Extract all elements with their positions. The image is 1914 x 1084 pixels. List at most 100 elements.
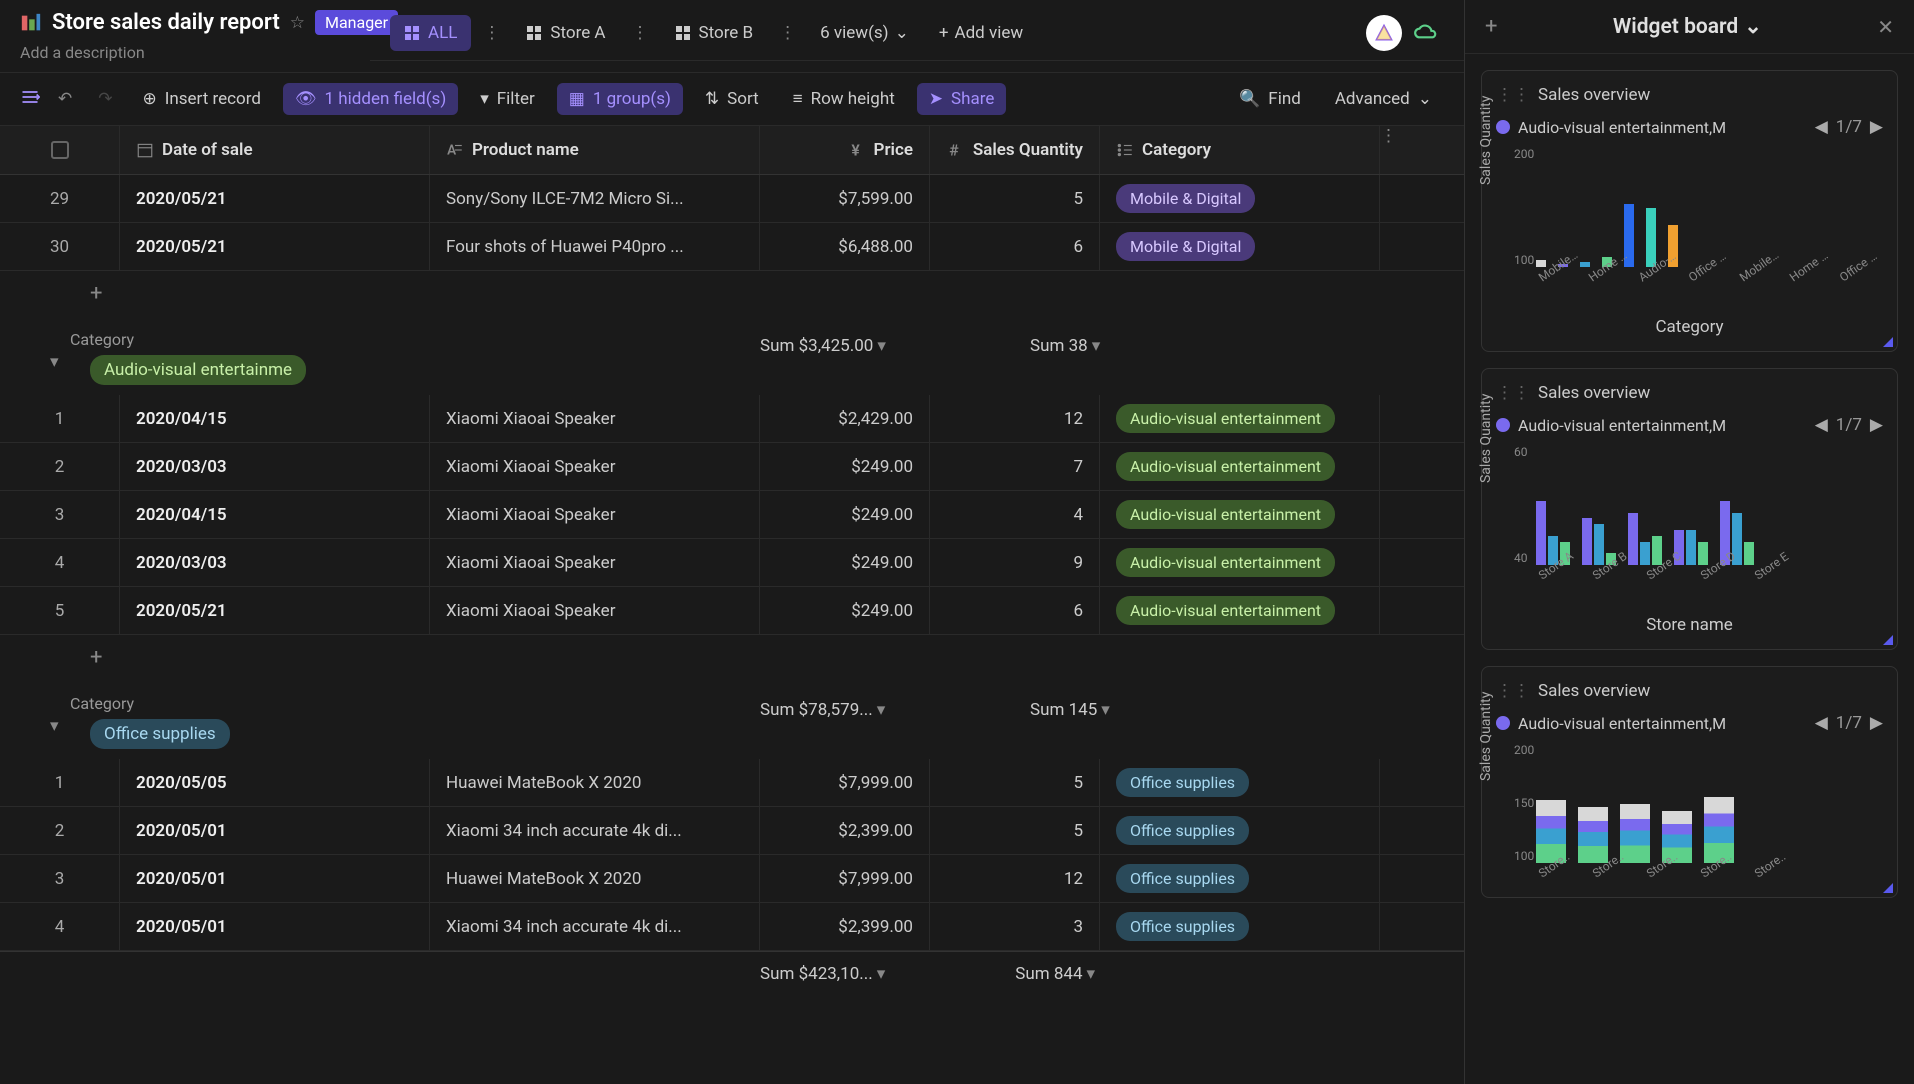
drag-handle-icon[interactable]: ⋮⋮: [1496, 681, 1530, 701]
cell-qty[interactable]: 12: [930, 395, 1100, 442]
column-category[interactable]: Category: [1100, 126, 1380, 174]
cell-price[interactable]: $249.00: [760, 491, 930, 538]
cell-date[interactable]: 2020/05/21: [120, 223, 430, 270]
cell-product[interactable]: Xiaomi Xiaoai Speaker: [430, 491, 760, 538]
views-dropdown[interactable]: 6 view(s) ⌄: [808, 15, 921, 51]
cell-price[interactable]: $7,999.00: [760, 759, 930, 806]
cell-category[interactable]: Audio-visual entertainment: [1100, 395, 1380, 442]
cell-qty[interactable]: 6: [930, 587, 1100, 634]
find-button[interactable]: 🔍 Find: [1227, 83, 1313, 115]
add-row-button[interactable]: +: [0, 635, 1464, 680]
collapse-icon[interactable]: ▾: [50, 716, 59, 736]
cell-date[interactable]: 2020/04/15: [120, 395, 430, 442]
group-sum-price[interactable]: Sum $3,425.00▾: [760, 336, 886, 356]
tab-more-icon[interactable]: ⋮: [477, 23, 506, 43]
cell-qty[interactable]: 5: [930, 759, 1100, 806]
advanced-button[interactable]: Advanced ⌄: [1323, 83, 1444, 115]
cell-price[interactable]: $249.00: [760, 539, 930, 586]
table-row[interactable]: 5 2020/05/21 Xiaomi Xiaoai Speaker $249.…: [0, 587, 1464, 635]
footer-sum-qty[interactable]: Sum 844▾: [1015, 964, 1095, 984]
add-view-button[interactable]: + Add view: [927, 15, 1035, 51]
tab-all[interactable]: ALL: [390, 15, 471, 51]
filter-button[interactable]: ▾ Filter: [468, 83, 547, 115]
cell-qty[interactable]: 6: [930, 223, 1100, 270]
chart-next-button[interactable]: ▶: [1870, 415, 1883, 435]
column-product[interactable]: A Product name: [430, 126, 760, 174]
cell-product[interactable]: Sony/Sony ILCE-7M2 Micro Si...: [430, 175, 760, 222]
cell-category[interactable]: Office supplies: [1100, 903, 1380, 950]
table-row[interactable]: 29 2020/05/21 Sony/Sony ILCE-7M2 Micro S…: [0, 175, 1464, 223]
cell-price[interactable]: $2,399.00: [760, 903, 930, 950]
groups-button[interactable]: ▦ 1 group(s): [557, 83, 683, 115]
column-date[interactable]: Date of sale: [120, 126, 430, 174]
cell-qty[interactable]: 5: [930, 175, 1100, 222]
cell-category[interactable]: Audio-visual entertainment: [1100, 587, 1380, 634]
cell-price[interactable]: $2,399.00: [760, 807, 930, 854]
chart-next-button[interactable]: ▶: [1870, 713, 1883, 733]
table-row[interactable]: 4 2020/05/01 Xiaomi 34 inch accurate 4k …: [0, 903, 1464, 951]
cell-qty[interactable]: 7: [930, 443, 1100, 490]
table-row[interactable]: 4 2020/03/03 Xiaomi Xiaoai Speaker $249.…: [0, 539, 1464, 587]
cell-qty[interactable]: 3: [930, 903, 1100, 950]
share-button[interactable]: ➤ Share: [917, 83, 1007, 115]
cell-date[interactable]: 2020/03/03: [120, 539, 430, 586]
cell-date[interactable]: 2020/05/01: [120, 855, 430, 902]
description-placeholder[interactable]: Add a description: [20, 43, 398, 62]
cell-product[interactable]: Xiaomi Xiaoai Speaker: [430, 443, 760, 490]
cell-category[interactable]: Mobile & Digital: [1100, 175, 1380, 222]
insert-record-button[interactable]: ⊕ Insert record: [131, 83, 273, 115]
table-row[interactable]: 30 2020/05/21 Four shots of Huawei P40pr…: [0, 223, 1464, 271]
cell-price[interactable]: $2,429.00: [760, 395, 930, 442]
tab-store-a[interactable]: Store A: [512, 15, 619, 51]
sync-button[interactable]: [1408, 15, 1444, 51]
table-row[interactable]: 1 2020/05/05 Huawei MateBook X 2020 $7,9…: [0, 759, 1464, 807]
chart-next-button[interactable]: ▶: [1870, 117, 1883, 137]
cell-category[interactable]: Office supplies: [1100, 807, 1380, 854]
select-all-checkbox[interactable]: [0, 126, 120, 174]
drag-handle-icon[interactable]: ⋮⋮: [1496, 383, 1530, 403]
cell-qty[interactable]: 9: [930, 539, 1100, 586]
table-row[interactable]: 2 2020/03/03 Xiaomi Xiaoai Speaker $249.…: [0, 443, 1464, 491]
undo-button[interactable]: ↶: [50, 85, 80, 113]
cell-date[interactable]: 2020/05/21: [120, 175, 430, 222]
cell-product[interactable]: Huawei MateBook X 2020: [430, 759, 760, 806]
cell-category[interactable]: Audio-visual entertainment: [1100, 443, 1380, 490]
row-height-button[interactable]: ≡ Row height: [781, 83, 907, 115]
cell-date[interactable]: 2020/03/03: [120, 443, 430, 490]
resize-handle[interactable]: [1883, 635, 1893, 645]
cell-category[interactable]: Audio-visual entertainment: [1100, 491, 1380, 538]
cell-date[interactable]: 2020/05/05: [120, 759, 430, 806]
cell-date[interactable]: 2020/05/01: [120, 903, 430, 950]
cell-product[interactable]: Xiaomi 34 inch accurate 4k di...: [430, 807, 760, 854]
collapse-icon[interactable]: ▾: [50, 352, 59, 372]
sort-button[interactable]: ⇅ Sort: [693, 83, 771, 115]
cell-product[interactable]: Huawei MateBook X 2020: [430, 855, 760, 902]
tab-store-b[interactable]: Store B: [661, 15, 768, 51]
chart-prev-button[interactable]: ◀: [1815, 713, 1828, 733]
cell-date[interactable]: 2020/05/01: [120, 807, 430, 854]
footer-sum-price[interactable]: Sum $423,10...▾: [760, 964, 885, 984]
cell-product[interactable]: Xiaomi 34 inch accurate 4k di...: [430, 903, 760, 950]
drag-handle-icon[interactable]: ⋮⋮: [1496, 85, 1530, 105]
group-value-pill[interactable]: Audio-visual entertainme: [90, 355, 306, 385]
table-row[interactable]: 3 2020/05/01 Huawei MateBook X 2020 $7,9…: [0, 855, 1464, 903]
app-logo-button[interactable]: [1366, 15, 1402, 51]
tab-more-icon[interactable]: ⋮: [626, 23, 655, 43]
doc-title[interactable]: Store sales daily report: [52, 10, 280, 35]
chart-prev-button[interactable]: ◀: [1815, 117, 1828, 137]
cell-qty[interactable]: 12: [930, 855, 1100, 902]
table-row[interactable]: 3 2020/04/15 Xiaomi Xiaoai Speaker $249.…: [0, 491, 1464, 539]
table-row[interactable]: 1 2020/04/15 Xiaomi Xiaoai Speaker $2,42…: [0, 395, 1464, 443]
cell-category[interactable]: Mobile & Digital: [1100, 223, 1380, 270]
group-sum-qty[interactable]: Sum 145▾: [1030, 700, 1110, 720]
resize-handle[interactable]: [1883, 337, 1893, 347]
cell-price[interactable]: $7,599.00: [760, 175, 930, 222]
table-row[interactable]: 2 2020/05/01 Xiaomi 34 inch accurate 4k …: [0, 807, 1464, 855]
cell-product[interactable]: Xiaomi Xiaoai Speaker: [430, 539, 760, 586]
cell-price[interactable]: $6,488.00: [760, 223, 930, 270]
widget-board-title[interactable]: Widget board ⌄: [1511, 14, 1863, 39]
cell-category[interactable]: Audio-visual entertainment: [1100, 539, 1380, 586]
column-price[interactable]: ¥ Price: [760, 126, 930, 174]
cell-category[interactable]: Office supplies: [1100, 855, 1380, 902]
cell-price[interactable]: $249.00: [760, 587, 930, 634]
